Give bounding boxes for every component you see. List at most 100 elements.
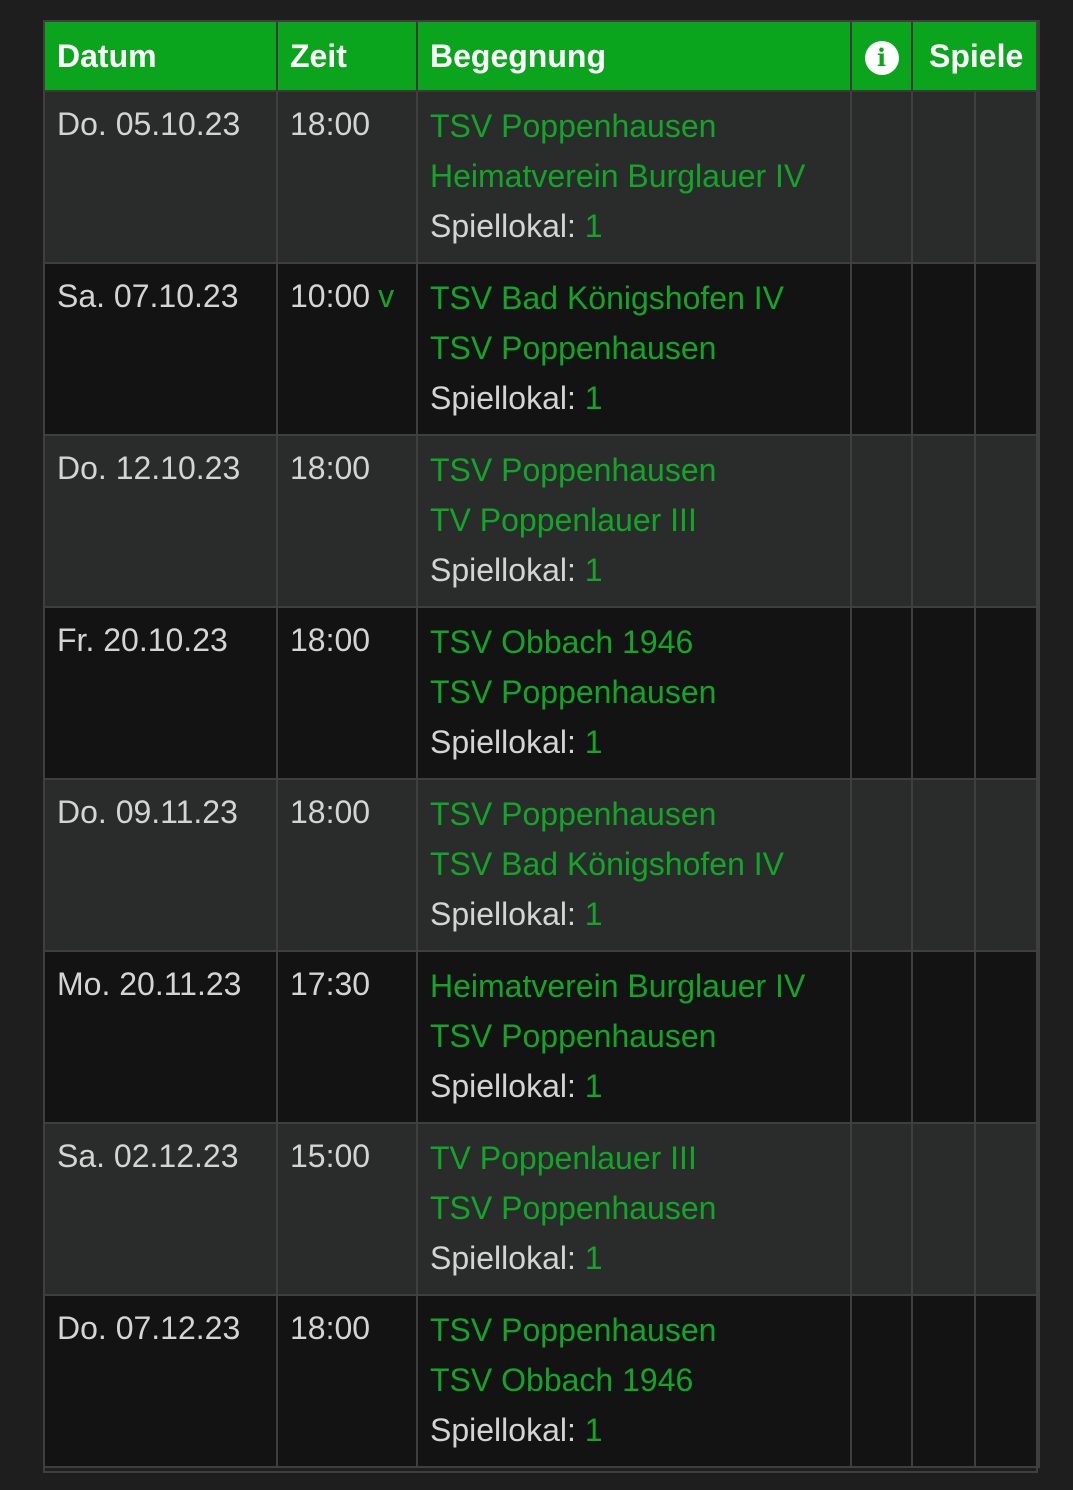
match-time: 18:00: [290, 450, 371, 486]
venue-label: Spiellokal:: [430, 896, 576, 932]
venue-line: Spiellokal: 1: [430, 894, 838, 934]
venue-link[interactable]: 1: [585, 1412, 603, 1448]
home-team-link[interactable]: TSV Poppenhausen: [430, 450, 838, 500]
venue-link[interactable]: 1: [585, 724, 603, 760]
venue-link[interactable]: 1: [585, 1068, 603, 1104]
home-team-link[interactable]: TV Poppenlauer III: [430, 1138, 838, 1188]
away-team-link[interactable]: TSV Poppenhausen: [430, 672, 838, 722]
table-row: Sa. 02.12.23 15:00 TV Poppenlauer III TS…: [43, 1122, 1041, 1296]
column-header-begegnung[interactable]: Begegnung: [416, 20, 852, 92]
spiele-cell-2: [973, 950, 1041, 1124]
home-team-link[interactable]: TSV Poppenhausen: [430, 106, 838, 156]
home-team-link[interactable]: TSV Obbach 1946: [430, 622, 838, 672]
home-team-link[interactable]: Heimatverein Burglauer IV: [430, 966, 838, 1016]
venue-link[interactable]: 1: [585, 552, 603, 588]
date-cell: Fr. 20.10.23: [43, 606, 278, 780]
home-team-link[interactable]: TSV Bad Königshofen IV: [430, 278, 838, 328]
spiele-cell-2: [973, 434, 1041, 608]
time-cell: 18:00: [276, 434, 418, 608]
venue-line: Spiellokal: 1: [430, 1066, 838, 1106]
away-team-link[interactable]: TSV Obbach 1946: [430, 1360, 838, 1410]
info-cell: [850, 1122, 913, 1296]
time-cell: 10:00 v: [276, 262, 418, 436]
date-cell: Mo. 20.11.23: [43, 950, 278, 1124]
venue-line: Spiellokal: 1: [430, 1410, 838, 1450]
match-time: 18:00: [290, 622, 371, 658]
info-cell: [850, 90, 913, 264]
match-cell: TSV Poppenhausen TV Poppenlauer III Spie…: [416, 434, 852, 608]
match-time: 18:00: [290, 794, 371, 830]
match-date: Sa. 07.10.23: [57, 278, 239, 314]
venue-link[interactable]: 1: [585, 208, 603, 244]
info-cell: [850, 950, 913, 1124]
venue-line: Spiellokal: 1: [430, 1238, 838, 1278]
venue-link[interactable]: 1: [585, 380, 603, 416]
time-cell: 18:00: [276, 778, 418, 952]
match-date: Do. 05.10.23: [57, 106, 241, 142]
table-row: Do. 09.11.23 18:00 TSV Poppenhausen TSV …: [43, 778, 1041, 952]
match-cell: TSV Bad Königshofen IV TSV Poppenhausen …: [416, 262, 852, 436]
time-cell: 17:30: [276, 950, 418, 1124]
info-cell: [850, 1294, 913, 1468]
info-cell: [850, 778, 913, 952]
spiele-cell-1: [911, 1294, 976, 1468]
date-cell: Sa. 02.12.23: [43, 1122, 278, 1296]
venue-label: Spiellokal:: [430, 1240, 576, 1276]
column-header-info[interactable]: i: [850, 20, 913, 92]
away-team-link[interactable]: TSV Poppenhausen: [430, 1188, 838, 1238]
match-cell: Heimatverein Burglauer IV TSV Poppenhaus…: [416, 950, 852, 1124]
table-row: Do. 12.10.23 18:00 TSV Poppenhausen TV P…: [43, 434, 1041, 608]
match-time: 10:00: [290, 278, 371, 314]
venue-link[interactable]: 1: [585, 896, 603, 932]
time-cell: 18:00: [276, 90, 418, 264]
spiele-cell-1: [911, 262, 976, 436]
column-header-datum[interactable]: Datum: [43, 20, 278, 92]
table-header-row: Datum Zeit Begegnung i Spiele: [43, 20, 1041, 92]
table-row: Do. 07.12.23 18:00 TSV Poppenhausen TSV …: [43, 1294, 1041, 1468]
spiele-cell-2: [973, 778, 1041, 952]
info-icon[interactable]: i: [864, 40, 899, 75]
match-date: Sa. 02.12.23: [57, 1138, 239, 1174]
away-team-link[interactable]: TSV Bad Königshofen IV: [430, 844, 838, 894]
column-header-zeit[interactable]: Zeit: [276, 20, 418, 92]
date-cell: Sa. 07.10.23: [43, 262, 278, 436]
home-team-link[interactable]: TSV Poppenhausen: [430, 1310, 838, 1360]
away-team-link[interactable]: TSV Poppenhausen: [430, 328, 838, 378]
match-time: 18:00: [290, 1310, 371, 1346]
venue-label: Spiellokal:: [430, 208, 576, 244]
match-cell: TSV Poppenhausen TSV Bad Königshofen IV …: [416, 778, 852, 952]
match-date: Do. 09.11.23: [57, 794, 238, 830]
spiele-cell-1: [911, 90, 976, 264]
match-cell: TSV Poppenhausen TSV Obbach 1946 Spiello…: [416, 1294, 852, 1468]
column-header-spiele[interactable]: Spiele: [910, 20, 1041, 92]
venue-label: Spiellokal:: [430, 1412, 576, 1448]
spiele-cell-2: [973, 90, 1041, 264]
time-flag: v: [378, 278, 395, 314]
spiele-cell-2: [973, 606, 1041, 780]
time-cell: 18:00: [276, 1294, 418, 1468]
table-row: Fr. 20.10.23 18:00 TSV Obbach 1946 TSV P…: [43, 606, 1041, 780]
venue-link[interactable]: 1: [585, 1240, 603, 1276]
time-cell: 15:00: [276, 1122, 418, 1296]
venue-line: Spiellokal: 1: [430, 378, 838, 418]
match-date: Fr. 20.10.23: [57, 622, 228, 658]
spiele-cell-1: [911, 1122, 976, 1296]
venue-line: Spiellokal: 1: [430, 206, 838, 246]
date-cell: Do. 12.10.23: [43, 434, 278, 608]
away-team-link[interactable]: TSV Poppenhausen: [430, 1016, 838, 1066]
spiele-cell-1: [911, 950, 976, 1124]
page: Datum Zeit Begegnung i Spiele Do. 05.10.…: [0, 0, 1073, 1490]
table-row: Mo. 20.11.23 17:30 Heimatverein Burglaue…: [43, 950, 1041, 1124]
away-team-link[interactable]: TV Poppenlauer III: [430, 500, 838, 550]
home-team-link[interactable]: TSV Poppenhausen: [430, 794, 838, 844]
spiele-cell-1: [911, 778, 976, 952]
spiele-cell-2: [973, 1294, 1041, 1468]
match-time: 18:00: [290, 106, 371, 142]
venue-line: Spiellokal: 1: [430, 550, 838, 590]
match-cell: TSV Poppenhausen Heimatverein Burglauer …: [416, 90, 852, 264]
match-date: Do. 07.12.23: [57, 1310, 241, 1346]
away-team-link[interactable]: Heimatverein Burglauer IV: [430, 156, 838, 206]
date-cell: Do. 05.10.23: [43, 90, 278, 264]
venue-label: Spiellokal:: [430, 724, 576, 760]
date-cell: Do. 09.11.23: [43, 778, 278, 952]
